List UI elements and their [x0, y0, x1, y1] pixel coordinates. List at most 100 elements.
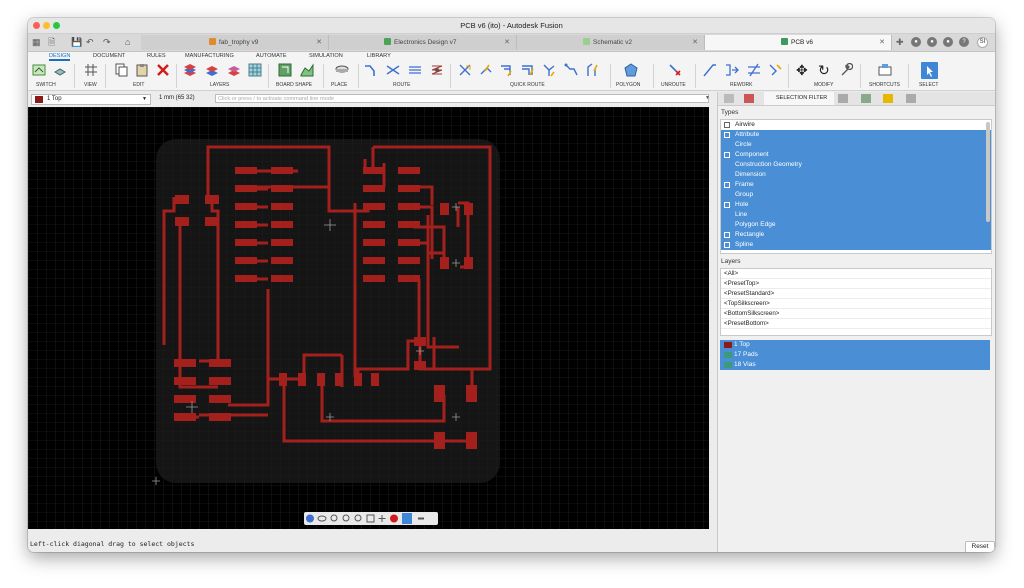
command-line-input[interactable]: Click or press / to activate command lin…: [215, 94, 709, 103]
type-item-line[interactable]: Line: [721, 210, 991, 220]
zoom-window-button[interactable]: [53, 22, 60, 29]
rework-split-icon[interactable]: [703, 63, 717, 77]
layer-preset-item[interactable]: <PresetStandard>: [721, 289, 991, 299]
types-list[interactable]: Airwire Attribute Circle Component Construct…: [720, 119, 992, 254]
scrollbar[interactable]: [986, 122, 990, 222]
ribbon-group-layers[interactable]: LAYERS: [210, 82, 229, 88]
layers-list[interactable]: 1 Top 17 Pads 18 Vias: [720, 340, 990, 370]
layer-item[interactable]: 1 Top: [720, 340, 990, 350]
tab-rules[interactable]: RULES: [147, 52, 166, 61]
pad[interactable]: [205, 195, 219, 204]
type-item-group[interactable]: Group: [721, 190, 991, 200]
pad[interactable]: [235, 167, 257, 174]
ribbon-group-place[interactable]: PLACE: [331, 82, 347, 88]
layer-item[interactable]: 18 Vias: [720, 360, 990, 370]
ribbon-group-select[interactable]: SELECT: [919, 82, 938, 88]
switch-3d-icon[interactable]: [53, 63, 67, 77]
close-icon[interactable]: ✕: [692, 35, 698, 50]
quick-route-fanout-icon[interactable]: [542, 63, 556, 77]
pad[interactable]: [398, 203, 420, 210]
undo-icon[interactable]: ↶: [86, 37, 94, 47]
pad[interactable]: [440, 257, 449, 269]
properties-icon[interactable]: [724, 94, 734, 103]
layer-visibility-icon[interactable]: [227, 63, 241, 77]
pad[interactable]: [279, 373, 287, 386]
layer-grid-icon[interactable]: [248, 63, 262, 77]
eye-icon[interactable]: [317, 515, 327, 522]
pad[interactable]: [464, 203, 473, 215]
ribbon-group-polygon[interactable]: POLYGON: [616, 82, 640, 88]
pad[interactable]: [440, 203, 449, 215]
pad[interactable]: [271, 275, 293, 282]
pad[interactable]: [298, 373, 306, 386]
pad[interactable]: [235, 221, 257, 228]
select-tool-button[interactable]: [921, 62, 938, 79]
tab-pcb[interactable]: PCB v6 ✕: [705, 35, 892, 50]
pad[interactable]: [363, 257, 385, 264]
net-classes-icon[interactable]: [861, 94, 871, 103]
pad[interactable]: [354, 373, 362, 386]
shortcuts-icon[interactable]: [878, 63, 892, 77]
inspect-icon[interactable]: [906, 94, 916, 103]
design-rules-icon[interactable]: [838, 94, 848, 103]
pad[interactable]: [174, 395, 196, 403]
pad[interactable]: [398, 257, 420, 264]
pad[interactable]: [235, 185, 257, 192]
close-window-button[interactable]: [33, 22, 40, 29]
layer-preset-item[interactable]: <BottomSilkscreen>: [721, 309, 991, 319]
pad[interactable]: [235, 203, 257, 210]
layers-panel-icon[interactable]: [744, 94, 754, 103]
type-item-polygon-edge[interactable]: Polygon Edge: [721, 220, 991, 230]
wrench-icon[interactable]: [839, 63, 853, 77]
ribbon-group-route[interactable]: ROUTE: [393, 82, 411, 88]
pad[interactable]: [466, 432, 477, 449]
extensions-icon[interactable]: ●: [911, 37, 921, 47]
pad[interactable]: [271, 185, 293, 192]
pad[interactable]: [317, 373, 325, 386]
tab-fab-trophy[interactable]: fab_trophy v9 ✕: [141, 35, 329, 50]
ribbon-group-quick-route[interactable]: QUICK ROUTE: [510, 82, 545, 88]
type-item-airwire[interactable]: Airwire: [721, 120, 991, 130]
move-icon[interactable]: ✥: [796, 63, 810, 77]
pad[interactable]: [398, 167, 420, 174]
quick-route-bus-icon[interactable]: [521, 63, 535, 77]
pad[interactable]: [271, 239, 293, 246]
pad[interactable]: [209, 359, 231, 367]
pad[interactable]: [209, 413, 231, 421]
command-history-icon[interactable]: ▼: [705, 95, 710, 101]
pad[interactable]: [414, 361, 426, 370]
tab-schematic[interactable]: Schematic v2 ✕: [517, 35, 705, 50]
pad[interactable]: [235, 257, 257, 264]
select-mode-icon[interactable]: [402, 513, 412, 524]
pad[interactable]: [271, 221, 293, 228]
layer-item[interactable]: 17 Pads: [720, 350, 990, 360]
file-menu-icon[interactable]: 🗎: [48, 37, 55, 47]
delete-icon[interactable]: [156, 63, 170, 77]
reset-button[interactable]: Reset: [965, 541, 995, 552]
tab-library[interactable]: LIBRARY: [367, 52, 391, 61]
grid-readout[interactable]: 1 mm (65 32): [159, 94, 195, 103]
ribbon-group-board-shape[interactable]: BOARD SHAPE: [276, 82, 312, 88]
tab-document[interactable]: DOCUMENT: [93, 52, 125, 61]
unroute-icon[interactable]: [668, 63, 682, 77]
rotate-icon[interactable]: ↻: [818, 63, 832, 77]
paste-icon[interactable]: [135, 63, 149, 77]
layer-presets-list[interactable]: <All> <PresetTop> <PresetStandard> <TopSilk…: [720, 268, 992, 336]
pad[interactable]: [398, 239, 420, 246]
info-icon[interactable]: [306, 514, 314, 523]
layer-preset-item[interactable]: <All>: [721, 269, 991, 279]
notifications-icon[interactable]: ●: [943, 37, 953, 47]
close-icon[interactable]: ✕: [316, 35, 322, 50]
grid-toggle-icon[interactable]: [366, 514, 375, 523]
pad[interactable]: [363, 185, 385, 192]
app-grid-icon[interactable]: ▦: [32, 37, 41, 47]
pad[interactable]: [235, 239, 257, 246]
grid-icon[interactable]: [84, 63, 98, 77]
type-item-dimension[interactable]: Dimension: [721, 170, 991, 180]
polygon-icon[interactable]: [624, 63, 638, 77]
place-component-icon[interactable]: [335, 63, 349, 77]
pad[interactable]: [209, 377, 231, 385]
pad[interactable]: [363, 221, 385, 228]
quick-route-net-icon[interactable]: [564, 63, 578, 77]
stop-icon[interactable]: [390, 514, 398, 523]
